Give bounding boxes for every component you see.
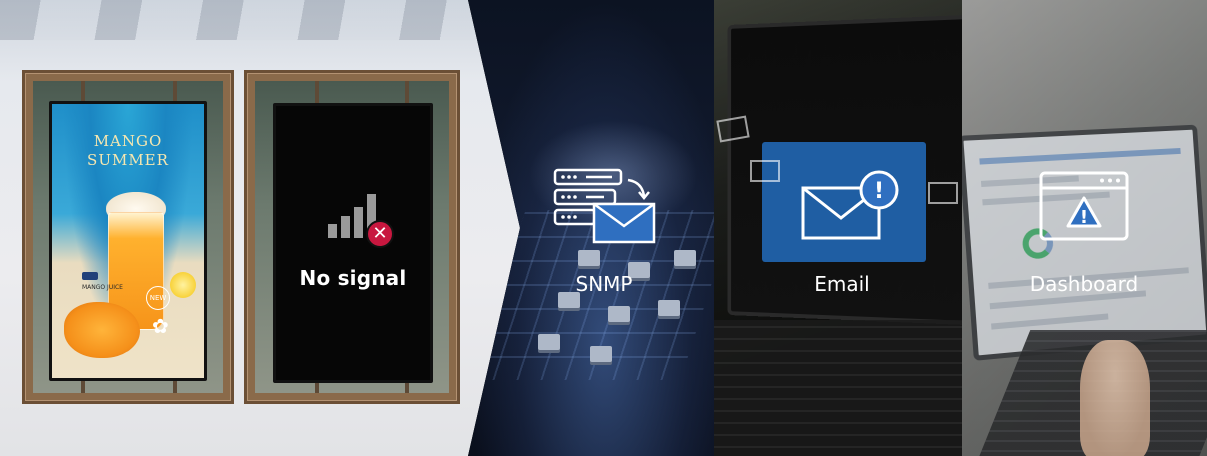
envelope-icon: [928, 182, 958, 204]
window-frame-left: MANGO SUMMER MANGO JUICE NEW ✿: [22, 70, 234, 404]
circuit-chip: [608, 306, 630, 322]
envelope-alert-icon: !: [801, 170, 899, 240]
circuit-chip: [658, 300, 680, 316]
dashboard-label: Dashboard: [1029, 272, 1139, 296]
svg-text:!: !: [1080, 207, 1088, 228]
ad-title-line2: SUMMER: [87, 151, 169, 169]
laptop-keyboard: [714, 320, 962, 456]
ad-mango-fruit: [64, 302, 140, 358]
signage-display-ad: MANGO SUMMER MANGO JUICE NEW ✿: [49, 101, 207, 381]
ad-title-line1: MANGO: [93, 132, 163, 150]
circuit-chip: [590, 346, 612, 362]
error-x-icon: ✕: [366, 220, 394, 248]
ad-subtitle: MANGO JUICE: [82, 284, 123, 291]
circuit-chip: [674, 250, 696, 266]
storefront-wall: MANGO SUMMER MANGO JUICE NEW ✿ ✕ No sign…: [0, 0, 520, 456]
ad-flower-icon: ✿: [152, 314, 169, 338]
typing-hand: [1080, 340, 1150, 456]
feature-banner: MANGO SUMMER MANGO JUICE NEW ✿ ✕ No sign…: [0, 0, 1207, 456]
email-label: Email: [814, 272, 870, 296]
snmp-label: SNMP: [575, 272, 633, 296]
circuit-chip: [538, 334, 560, 350]
envelope-icon: [750, 160, 780, 182]
server-mail-icon: [553, 168, 656, 244]
svg-text:!: !: [874, 179, 884, 204]
awning-shadow: [0, 0, 470, 40]
signage-display-error: ✕ No signal: [273, 103, 433, 383]
circuit-chip: [578, 250, 600, 266]
ad-brand-badge: [82, 272, 98, 280]
ad-title: MANGO SUMMER: [52, 132, 204, 170]
ad-new-badge: NEW: [146, 286, 170, 310]
window-frame-right: ✕ No signal: [244, 70, 460, 404]
ad-lemon-slice: [170, 272, 196, 298]
window-warning-icon: !: [1039, 171, 1129, 241]
no-signal-label: No signal: [299, 266, 407, 290]
